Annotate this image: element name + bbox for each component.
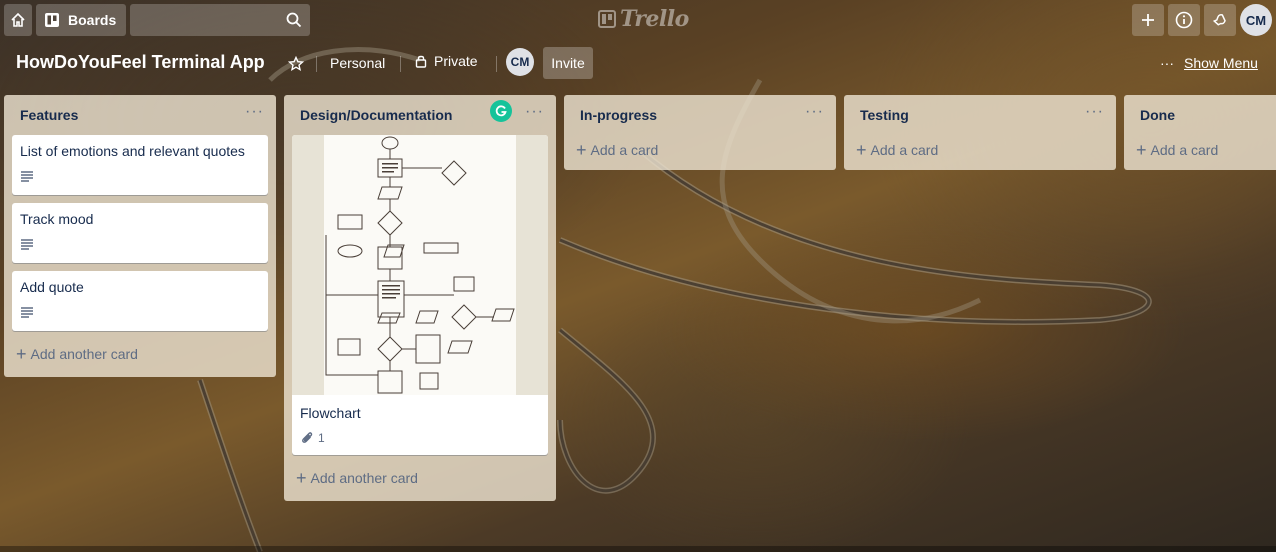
trello-logo-text: Trello [620, 6, 689, 32]
add-card-button[interactable]: + Add another card [292, 463, 548, 493]
list-header: Features ··· [12, 95, 268, 135]
boards-button[interactable]: Boards [36, 4, 126, 36]
card-title: List of emotions and relevant quotes [20, 143, 245, 159]
grammarly-g-icon [495, 105, 507, 117]
plus-icon: + [576, 140, 587, 160]
add-card-button[interactable]: + Add a card [852, 135, 1108, 165]
list-menu-icon[interactable]: ··· [245, 103, 264, 127]
info-button[interactable] [1168, 4, 1200, 36]
add-card-button[interactable]: + Add another card [12, 339, 268, 369]
list-title[interactable]: Features [20, 107, 78, 123]
invite-button[interactable]: Invite [543, 47, 593, 79]
board-header: HowDoYouFeel Terminal App Personal Priva… [0, 44, 1276, 84]
card[interactable]: Add quote [12, 271, 268, 331]
attachment-count: 1 [318, 431, 325, 445]
divider [316, 56, 317, 72]
star-board-button[interactable] [284, 52, 308, 76]
board-title[interactable]: HowDoYouFeel Terminal App [16, 52, 265, 73]
add-card-label: Add a card [590, 142, 659, 158]
star-icon [288, 56, 304, 72]
divider [400, 56, 401, 72]
privacy-button[interactable]: Private [414, 53, 478, 69]
add-card-label: Add another card [30, 346, 138, 362]
search-input[interactable] [130, 4, 310, 36]
description-icon [21, 307, 33, 318]
add-card-button[interactable]: + Add a card [572, 135, 828, 165]
card-title: Track mood [20, 211, 94, 227]
attachment-icon [302, 432, 313, 443]
list-features[interactable]: Features ··· List of emotions and releva… [4, 95, 276, 377]
home-icon [11, 12, 25, 27]
card-cover-image [292, 135, 548, 395]
top-header: Boards Trello CM [0, 0, 1276, 40]
show-menu-button[interactable]: ··· Show Menu [1160, 55, 1258, 71]
plus-icon: + [16, 344, 27, 364]
list-done[interactable]: Done + Add a card [1124, 95, 1276, 170]
card[interactable]: Track mood [12, 203, 268, 263]
horizontal-scrollbar[interactable] [0, 546, 1276, 552]
search-icon[interactable] [286, 12, 302, 28]
list-title[interactable]: Testing [860, 107, 909, 123]
add-card-label: Add a card [1150, 142, 1219, 158]
card-badges: 1 [300, 429, 540, 447]
list-title[interactable]: In-progress [580, 107, 657, 123]
list-testing[interactable]: Testing ··· + Add a card [844, 95, 1116, 170]
lock-icon [415, 55, 427, 68]
card[interactable]: Flowchart 1 [292, 135, 548, 455]
card-title: Flowchart [300, 405, 361, 421]
trello-logo-icon [598, 10, 616, 28]
list-header: In-progress ··· [572, 95, 828, 135]
show-menu-label: Show Menu [1184, 55, 1258, 71]
list-menu-icon[interactable]: ··· [1085, 103, 1104, 127]
plus-icon [1142, 14, 1154, 26]
bell-icon [1212, 14, 1226, 26]
list-design-documentation[interactable]: Design/Documentation ··· Flowchart 1 + A… [284, 95, 556, 501]
description-icon [21, 239, 33, 250]
list-menu-icon[interactable]: ··· [805, 103, 824, 127]
list-menu-icon[interactable]: ··· [525, 103, 544, 127]
list-header: Testing ··· [852, 95, 1108, 135]
create-button[interactable] [1132, 4, 1164, 36]
team-visibility-button[interactable]: Personal [330, 55, 385, 71]
user-avatar[interactable]: CM [1240, 4, 1272, 36]
add-card-label: Add another card [310, 470, 418, 486]
member-avatar[interactable]: CM [506, 48, 534, 76]
privacy-label: Private [434, 53, 478, 69]
list-title[interactable]: Design/Documentation [300, 107, 452, 123]
plus-icon: + [296, 468, 307, 488]
home-button[interactable] [4, 4, 32, 36]
notifications-button[interactable] [1204, 4, 1236, 36]
add-card-label: Add a card [870, 142, 939, 158]
add-card-button[interactable]: + Add a card [1132, 135, 1276, 165]
info-icon [1175, 11, 1193, 29]
flowchart-thumbnail [324, 135, 516, 395]
boards-label: Boards [68, 12, 117, 28]
divider [496, 56, 497, 72]
plus-icon: + [1136, 140, 1147, 160]
description-icon [21, 171, 33, 182]
search-box[interactable] [130, 4, 310, 36]
trello-logo[interactable]: Trello [598, 6, 689, 32]
card-badges [20, 303, 260, 321]
card-badges [20, 235, 260, 253]
list-in-progress[interactable]: In-progress ··· + Add a card [564, 95, 836, 170]
card[interactable]: List of emotions and relevant quotes [12, 135, 268, 195]
list-title[interactable]: Done [1140, 107, 1175, 123]
card-title: Add quote [20, 279, 84, 295]
card-badges [20, 167, 260, 185]
plus-icon: + [856, 140, 867, 160]
list-header: Done [1132, 95, 1276, 135]
boards-icon [45, 13, 59, 27]
grammarly-icon[interactable] [490, 100, 512, 122]
menu-dots-icon: ··· [1160, 55, 1174, 71]
